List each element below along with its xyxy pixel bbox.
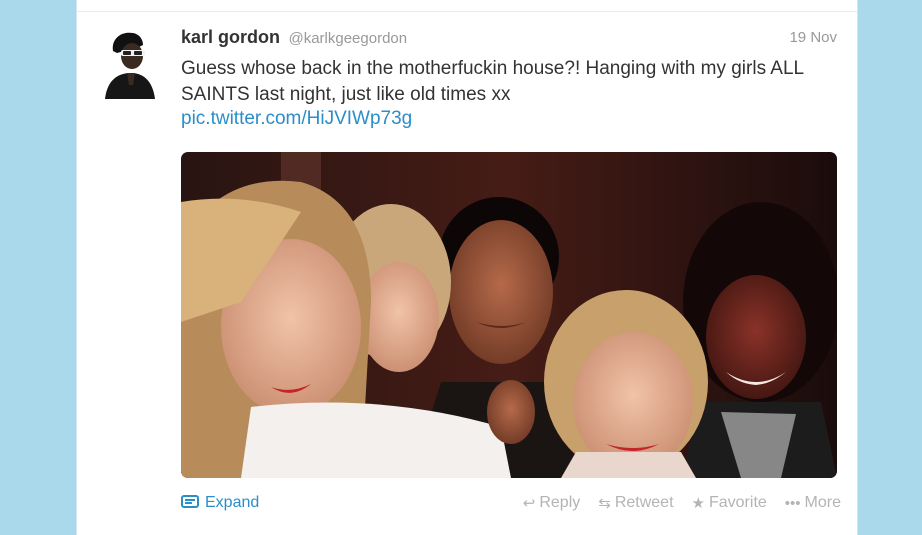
favorite-button[interactable]: ★ Favorite (692, 494, 767, 512)
retweet-label: Retweet (614, 494, 674, 511)
dots-icon: ••• (784, 494, 801, 512)
retweet-icon: ⇆ (598, 495, 611, 512)
reply-label: Reply (539, 494, 581, 511)
photo-link[interactable]: pic.twitter.com/HiJVIWp73g (181, 108, 412, 130)
photo-icon (181, 494, 199, 512)
reply-button[interactable]: ↩ Reply (523, 494, 580, 512)
tweet-text: Guess whose back in the motherfuckin hou… (181, 58, 804, 105)
author-name[interactable]: karl gordon (181, 27, 280, 47)
action-links: ↩ Reply ⇆ Retweet ★ Favorite ••• More (523, 494, 841, 512)
author-handle[interactable]: @karlkgeegordon (288, 30, 407, 47)
more-button[interactable]: ••• More (785, 494, 841, 512)
reply-arrow-icon: ↩ (522, 495, 536, 512)
photo-illustration (181, 152, 837, 478)
retweet-button[interactable]: ⇆ Retweet (598, 494, 673, 512)
more-label: More (804, 494, 841, 511)
star-icon: ★ (691, 495, 705, 512)
tweet-photo[interactable] (181, 152, 837, 478)
divider (77, 11, 857, 12)
expand-button[interactable]: Expand (181, 494, 259, 512)
tweet-date[interactable]: 19 Nov (789, 29, 837, 46)
favorite-label: Favorite (708, 494, 767, 511)
tweet-actions: Expand ↩ Reply ⇆ Retweet ★ Favorite ••• … (181, 494, 841, 518)
expand-label: Expand (205, 494, 260, 511)
tweet-card: karl gordon @karlkgeegordon 19 Nov Guess… (76, 0, 858, 535)
tweet-header: karl gordon @karlkgeegordon 19 Nov (181, 27, 841, 49)
avatar[interactable] (99, 29, 157, 99)
